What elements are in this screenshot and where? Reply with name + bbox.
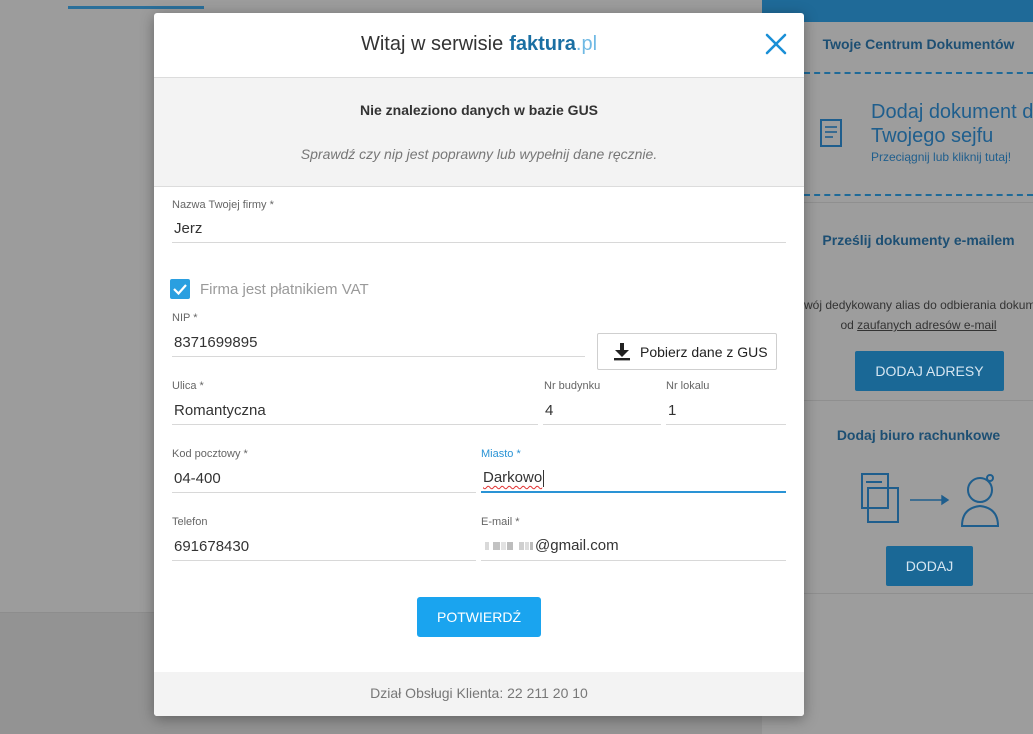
vat-payer-checkbox[interactable] (170, 279, 190, 299)
brand-tld: .pl (575, 33, 598, 55)
company-name-label-text: Nazwa Twojej firmy (172, 199, 267, 211)
required-marker: * (196, 380, 204, 392)
add-addresses-button[interactable]: DODAJ ADRESY (855, 351, 1004, 391)
download-icon (614, 343, 630, 361)
modal-footer: Dział Obsługi Klienta: 22 211 20 10 (154, 672, 804, 716)
gus-hint: Sprawdź czy nip jest poprawny lub wypełn… (300, 146, 658, 162)
sidebar-divider (804, 400, 1033, 401)
arrow-right-icon (910, 494, 950, 506)
background-active-tab-indicator (68, 6, 204, 9)
required-marker: * (240, 448, 248, 460)
brand-logo: faktura.pl (509, 33, 597, 55)
vat-payer-label: Firma jest płatnikiem VAT (200, 281, 369, 298)
email-docs-text: wój dedykowany alias do odbierania dokum (804, 298, 1033, 312)
modal-title-text: Witaj w serwisie (360, 33, 504, 55)
phone-input[interactable] (172, 533, 476, 561)
nip-input[interactable] (172, 329, 585, 357)
add-accounting-button[interactable]: DODAJ (886, 546, 973, 586)
nip-label-text: NIP (172, 312, 191, 324)
email-label-text: E-mail (481, 516, 513, 528)
email-visible-part: @gmail.com (535, 537, 619, 554)
document-icon (820, 119, 842, 147)
gus-not-found-message: Nie znaleziono danych w bazie GUS (359, 102, 599, 118)
email-label: E-mail * (481, 516, 520, 528)
street-input[interactable] (172, 397, 538, 425)
dropzone-title: Dodaj dokument d Twojego sejfu (871, 100, 1033, 148)
building-number-label: Nr budynku (544, 380, 601, 392)
company-name-label: Nazwa Twojej firmy * (172, 199, 274, 211)
customer-service-contact: Dział Obsługi Klienta: 22 211 20 10 (370, 685, 588, 701)
required-marker: * (190, 312, 198, 324)
city-input[interactable]: Darkowo (481, 465, 786, 493)
modal-header: Witaj w serwisie faktura.pl (154, 13, 804, 78)
email-docs-title: Prześlij dokumenty e-mailem (822, 232, 1015, 248)
street-label: Ulica * (172, 380, 204, 392)
postal-code-input[interactable] (172, 465, 476, 493)
unit-number-label: Nr lokalu (666, 380, 710, 392)
building-number-input[interactable] (543, 397, 661, 425)
postal-code-label: Kod pocztowy * (172, 448, 248, 460)
accountant-icon (960, 474, 1000, 527)
company-name-input[interactable] (172, 215, 786, 243)
fetch-gus-label: Pobierz dane z GUS (640, 344, 768, 360)
dropzone-subtitle: Przeciągnij lub kliknij tutaj! (871, 150, 1012, 164)
email-docs-text-line2: od zaufanych adresów e-mail (804, 318, 1033, 332)
street-label-text: Ulica (172, 380, 197, 392)
docs-center-title: Twoje Centrum Dokumentów (822, 36, 1015, 52)
trusted-addresses-link[interactable]: zaufanych adresów e-mail (857, 318, 996, 332)
modal-title: Witaj w serwisie faktura.pl (154, 33, 804, 56)
fetch-gus-button[interactable]: Pobierz dane z GUS (597, 333, 777, 370)
checkmark-icon (173, 284, 187, 296)
accounting-illustration (861, 473, 1000, 527)
sidebar-divider (804, 202, 1033, 203)
required-marker: * (266, 199, 274, 211)
text-cursor (543, 469, 545, 487)
required-marker: * (513, 448, 521, 460)
brand-name: faktura (509, 33, 576, 55)
confirm-button[interactable]: POTWIERDŹ (417, 597, 541, 637)
email-docs-text-prefix: od (840, 318, 858, 332)
accounting-title: Dodaj biuro rachunkowe (836, 427, 1001, 443)
gus-notice: Nie znaleziono danych w bazie GUS Sprawd… (154, 78, 804, 187)
welcome-modal: Witaj w serwisie faktura.pl Nie znalezion… (154, 13, 804, 716)
city-label: Miasto * (481, 448, 521, 460)
required-marker: * (512, 516, 520, 528)
postal-code-label-text: Kod pocztowy (172, 448, 241, 460)
dropzone-title-line2: Twojego sejfu (871, 125, 994, 147)
dropzone-title-line1: Dodaj dokument d (871, 101, 1033, 123)
phone-label: Telefon (172, 516, 208, 528)
document-dropzone[interactable]: Dodaj dokument d Twojego sejfu Przeciągn… (804, 72, 1033, 196)
folder-icon (861, 473, 899, 523)
close-icon[interactable] (762, 30, 790, 58)
sidebar-divider (804, 593, 1033, 594)
email-redaction-mask (485, 542, 533, 550)
nip-label: NIP * (172, 312, 197, 324)
unit-number-input[interactable] (666, 397, 786, 425)
city-label-text: Miasto (481, 448, 514, 460)
city-input-value: Darkowo (483, 469, 543, 486)
